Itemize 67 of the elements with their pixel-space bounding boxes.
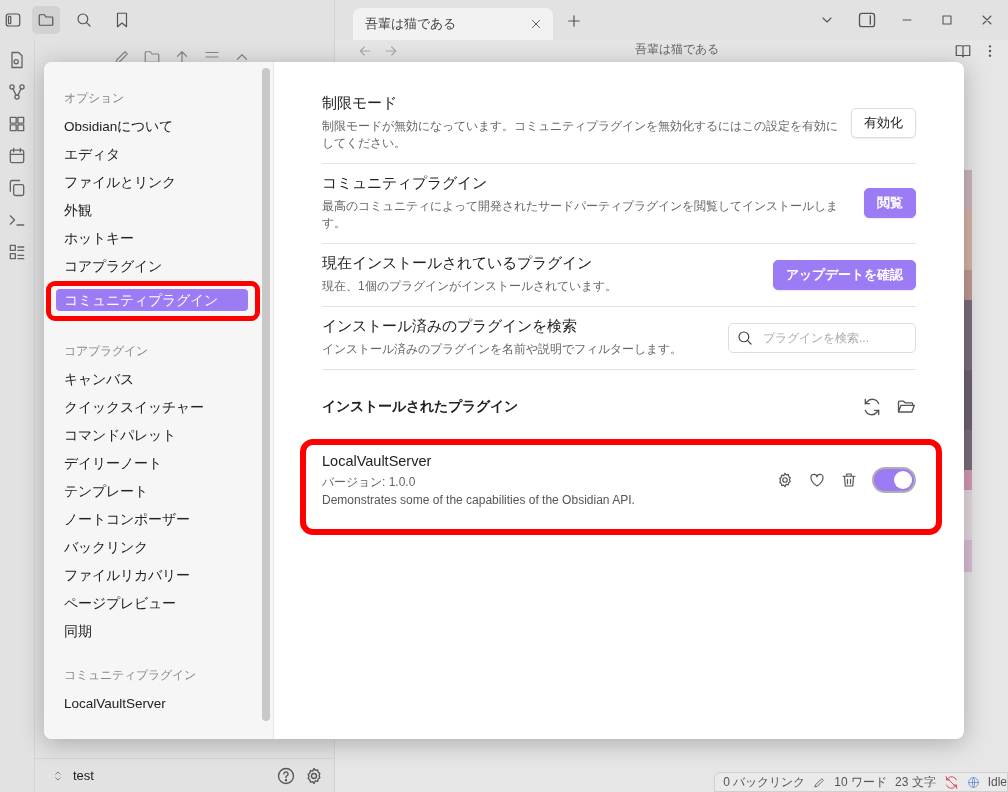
graph-icon[interactable]: [7, 82, 27, 102]
nav-item[interactable]: LocalVaultServer: [56, 689, 248, 717]
nav-item[interactable]: ページプレビュー: [56, 589, 248, 617]
tab-title: 吾輩は猫である: [365, 15, 456, 33]
nav-item[interactable]: クイックスイッチャー: [56, 393, 248, 421]
settings-icon[interactable]: [776, 471, 794, 489]
heart-icon[interactable]: [808, 471, 826, 489]
nav-item[interactable]: ホットキー: [56, 224, 248, 252]
nav-item[interactable]: バックリンク: [56, 533, 248, 561]
section-heading: コミュニティプラグイン: [63, 667, 197, 684]
plus-icon[interactable]: [565, 12, 583, 30]
nav-item[interactable]: デイリーノート: [56, 449, 248, 477]
sidebar-toggle-icon[interactable]: [857, 10, 877, 30]
sidebar-tab[interactable]: [32, 6, 60, 34]
section-heading: オプション: [63, 90, 125, 107]
book-icon[interactable]: [954, 42, 972, 60]
nav-item[interactable]: テンプレート: [56, 477, 248, 505]
nav-item[interactable]: キャンバス: [56, 365, 248, 393]
setting-name: コミュニティプラグイン: [322, 174, 488, 193]
plugin-version: バージョン: 1.0.0: [322, 474, 417, 491]
character-count: 23 文字: [894, 773, 936, 791]
search-icon: [736, 328, 754, 347]
calendar-icon[interactable]: [7, 146, 27, 166]
nav-item[interactable]: ファイルリカバリー: [56, 561, 248, 589]
section-heading: コアプラグイン: [63, 343, 149, 360]
grid-icon[interactable]: [7, 114, 27, 134]
backlink-count[interactable]: 0 バックリンク: [723, 773, 806, 791]
setting-description: 現在、1個のプラグインがインストールされています。: [322, 278, 618, 295]
close-icon[interactable]: [529, 17, 543, 31]
nav-item[interactable]: 同期: [56, 617, 248, 645]
setting-name: 制限モード: [322, 94, 398, 113]
note-title: 吾輩は猫である: [633, 40, 720, 58]
sync-status[interactable]: Idle: [987, 775, 1007, 789]
setting-name: 現在インストールされているプラグイン: [322, 254, 593, 273]
section-heading: インストールされたプラグイン: [322, 398, 519, 416]
editor-tab[interactable]: 吾輩は猫である: [353, 8, 553, 40]
copy-icon[interactable]: [7, 178, 27, 198]
nav-item[interactable]: Obsidianについて: [56, 112, 248, 140]
action-button[interactable]: 有効化: [851, 108, 916, 138]
pencil-icon[interactable]: [813, 775, 827, 789]
search-icon: [75, 11, 93, 29]
vault-name[interactable]: test: [73, 768, 268, 783]
nav-item[interactable]: エディタ: [56, 140, 248, 168]
setting-name: インストール済みのプラグインを検索: [322, 317, 578, 336]
nav-item[interactable]: コアプラグイン: [56, 252, 248, 280]
folder-icon: [37, 11, 55, 29]
plugin-description: Demonstrates some of the capabilities of the Obsidian API.: [322, 493, 636, 507]
nav-item[interactable]: 外観: [56, 196, 248, 224]
refresh-icon[interactable]: [862, 397, 882, 417]
globe-icon[interactable]: [966, 775, 980, 789]
help-icon[interactable]: [276, 765, 296, 786]
search-field[interactable]: プラグインを検索...: [728, 322, 916, 353]
plugin-name: LocalVaultServer: [322, 453, 433, 469]
word-count: 10 ワード: [834, 773, 887, 791]
nav-item[interactable]: コマンドパレット: [56, 421, 248, 449]
maximize-icon[interactable]: [939, 12, 955, 28]
toggle-switch[interactable]: [872, 467, 916, 493]
list-icon[interactable]: [7, 242, 27, 262]
sync-off-icon[interactable]: [943, 774, 959, 790]
trash-icon[interactable]: [840, 471, 858, 489]
nav-item[interactable]: ファイルとリンク: [56, 168, 248, 196]
scrollbar[interactable]: [262, 68, 270, 721]
setting-description: 最高のコミュニティによって開発されたサードパーティプラグインを閲覧してインストールします。: [322, 198, 839, 232]
setting-description: 制限モードが無効になっています。コミュニティプラグインを無効化するにはこの設定を有効にしてください。: [322, 118, 839, 152]
nav-item[interactable]: ノートコンポーザー: [56, 505, 248, 533]
sidebar-toggle-icon[interactable]: [4, 11, 22, 29]
setting-description: インストール済みのプラグインを名前や説明でフィルターします。: [322, 341, 683, 358]
